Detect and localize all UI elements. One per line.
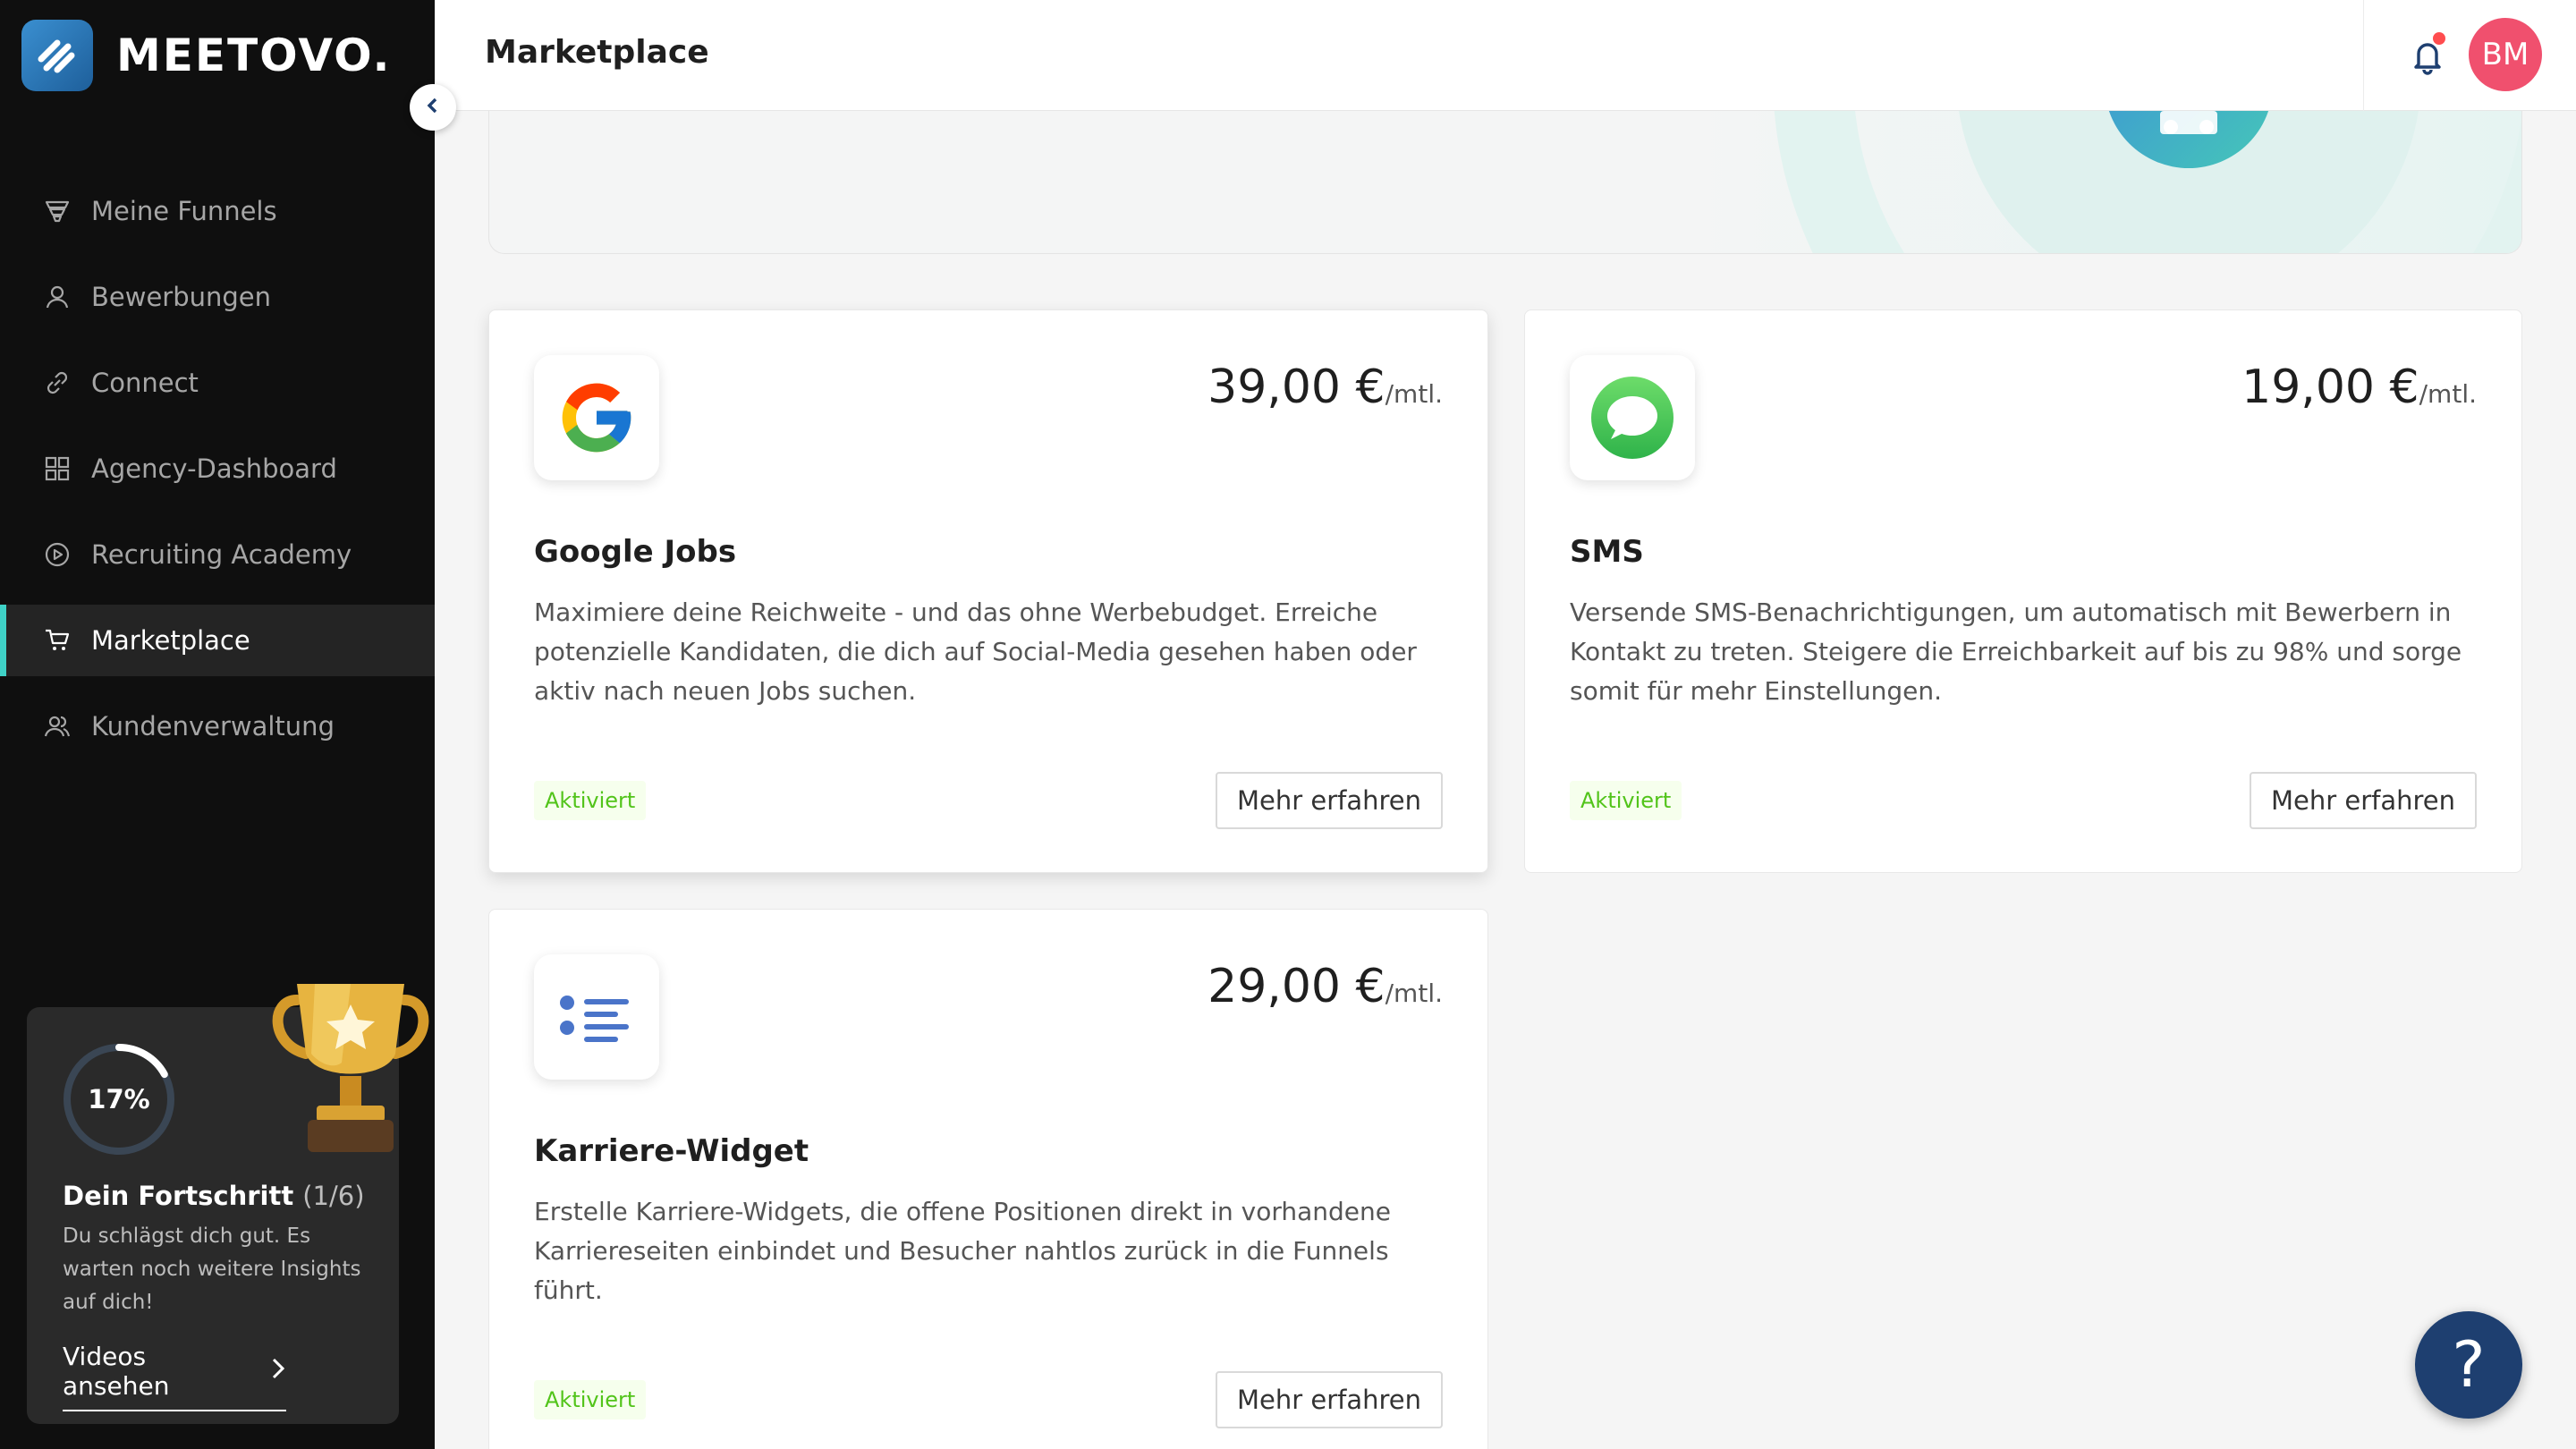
logo-mark-icon [21,20,93,91]
sidebar-item-marketplace[interactable]: Marketplace [0,605,435,676]
sidebar-item-kundenverwaltung[interactable]: Kundenverwaltung [0,691,435,762]
trophy-icon [272,984,429,1152]
status-badge: Aktiviert [1570,781,1682,820]
cart-icon [43,626,72,655]
mehr-erfahren-button[interactable]: Mehr erfahren [1216,772,1443,829]
sidebar-item-label: Kundenverwaltung [91,711,335,741]
progress-description: Du schlägst dich gut. Es warten noch wei… [63,1224,361,1314]
price-amount: 19,00 € [2241,360,2419,414]
videos-ansehen-label: Videos ansehen [63,1342,170,1401]
sidebar-item-label: Meine Funnels [91,196,277,226]
product-card-karriere-widget: 29,00 €/mtl. Karriere-Widget Erstelle Ka… [488,909,1488,1449]
price: 29,00 €/mtl. [1208,960,1443,1013]
progress-title-text: Dein Fortschritt [63,1181,294,1211]
funnel-icon [43,197,72,225]
sidebar-nav: Meine Funnels Bewerbungen Connect Agency… [0,175,435,776]
price: 39,00 €/mtl. [1208,360,1443,414]
chevron-right-icon [270,1357,286,1386]
progress-count: (1/6) [302,1181,365,1211]
price-amount: 39,00 € [1208,360,1385,414]
price: 19,00 €/mtl. [2241,360,2477,414]
status-badge: Aktiviert [534,1380,647,1419]
status-badge: Aktiviert [534,781,647,820]
sidebar-item-meine-funnels[interactable]: Meine Funnels [0,175,435,247]
sidebar-item-label: Agency-Dashboard [91,453,337,484]
card-description: Erstelle Karriere-Widgets, die offene Po… [534,1197,1391,1305]
mehr-erfahren-button[interactable]: Mehr erfahren [1216,1371,1443,1428]
videos-ansehen-link[interactable]: Videos ansehen [63,1342,286,1411]
mehr-erfahren-button[interactable]: Mehr erfahren [2250,772,2477,829]
sidebar-item-label: Bewerbungen [91,282,272,312]
sidebar-item-label: Connect [91,368,199,398]
sidebar: MEETOVO. Meine Funnels Bewerbungen Conne… [0,0,435,1449]
users-icon [43,712,72,741]
progress-card: 17% Dein Fortschritt (1/6) Du schlägst di… [27,984,429,1424]
progress-title: Dein Fortschritt (1/6) [63,1181,365,1211]
sidebar-item-connect[interactable]: Connect [0,347,435,419]
product-card-google-jobs: 39,00 €/mtl. Google Jobs Maximiere deine… [488,309,1488,873]
marketplace-banner [488,111,2522,254]
price-period: /mtl. [1385,979,1443,1008]
card-description: Maximiere deine Reichweite - und das ohn… [534,597,1417,706]
product-card-sms: 19,00 €/mtl. SMS Versende SMS-Benachrich… [1524,309,2522,873]
card-description: Versende SMS-Benachrichtigungen, um auto… [1570,597,2462,706]
sidebar-collapse-button[interactable] [410,84,456,131]
avatar[interactable]: BM [2469,18,2542,91]
play-circle-icon [43,540,72,569]
chevron-left-icon [424,97,442,118]
sidebar-item-bewerbungen[interactable]: Bewerbungen [0,261,435,333]
price-period: /mtl. [2419,379,2477,409]
card-title: Google Jobs [534,534,737,570]
logo-text: MEETOVO. [116,30,392,81]
price-amount: 29,00 € [1208,960,1385,1013]
help-button[interactable]: ? [2415,1311,2522,1419]
list-icon [534,954,659,1080]
top-header: Marketplace BM [435,0,2576,111]
question-mark-icon: ? [2452,1328,2486,1402]
sidebar-item-recruiting-academy[interactable]: Recruiting Academy [0,519,435,590]
sidebar-item-label: Recruiting Academy [91,539,352,570]
page-title: Marketplace [485,34,709,71]
sidebar-item-agency-dashboard[interactable]: Agency-Dashboard [0,433,435,504]
card-title: Karriere-Widget [534,1133,809,1169]
header-divider [2363,0,2364,111]
link-icon [43,369,72,397]
logo[interactable]: MEETOVO. [21,20,392,91]
price-period: /mtl. [1385,379,1443,409]
message-bubble-icon [1570,355,1695,480]
notification-dot [2433,32,2445,45]
banner-decoration [1679,111,2521,253]
progress-percent: 17% [88,1084,150,1114]
grid-icon [43,454,72,483]
card-title: SMS [1570,534,1644,570]
user-icon [43,283,72,311]
sidebar-item-label: Marketplace [91,625,250,656]
google-icon [534,355,659,480]
